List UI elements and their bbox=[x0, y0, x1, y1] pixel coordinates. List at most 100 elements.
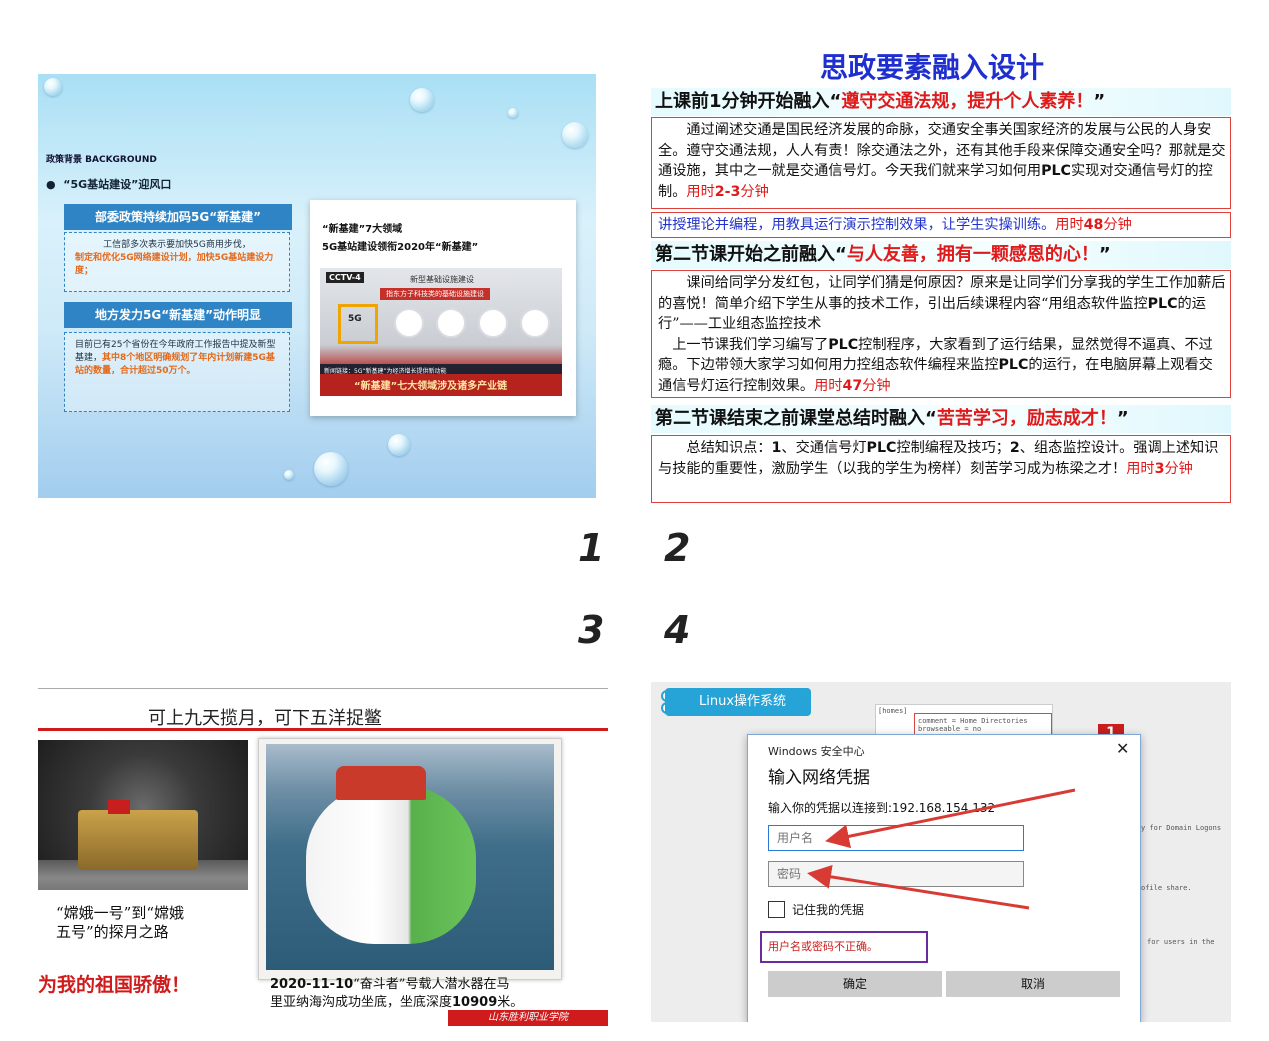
section-bar-3: 第二节课结束之前课堂总结时融入“苦苦学习，励志成才！” bbox=[651, 405, 1231, 433]
lunar-caption: “嫦娥一号”到“嫦娥 五号”的探月之路 bbox=[56, 904, 184, 942]
windows-credential-screenshot: Linux操作系统 [homes] comment = Home Directo… bbox=[651, 682, 1231, 1022]
bar-highlight: 苦苦学习，励志成才！ bbox=[936, 408, 1117, 429]
teaching-text: 讲授理论并编程，用教具运行演示控制效果，让学生实操训练。 bbox=[658, 217, 1056, 233]
tv-selected-icon-frame bbox=[338, 304, 378, 344]
tv-subheading: 指东方子科技类的基础设施建设 bbox=[380, 288, 490, 300]
caption-text: “奋斗者”号载人潜水器在马 bbox=[353, 977, 510, 992]
bar-suffix: ” bbox=[1093, 91, 1106, 112]
panel-number-3: 3 bbox=[578, 608, 605, 652]
tv-screenshot: CCTV-4 新型基础设施建设 指东方子科技类的基础设施建设 5G 新闻链接：5… bbox=[320, 268, 562, 396]
arrow-to-password bbox=[807, 864, 1030, 910]
bar-suffix: ” bbox=[1098, 244, 1111, 265]
flag-icon bbox=[108, 800, 130, 814]
caption-text: 米。 bbox=[497, 995, 524, 1010]
bar-highlight: 与人友善，拥有一颗感恩的心！ bbox=[846, 244, 1099, 265]
caption-line: “嫦娥一号”到“嫦娥 bbox=[56, 904, 185, 922]
panel-number-4: 4 bbox=[664, 608, 691, 652]
time-value: 3 bbox=[1154, 460, 1165, 477]
bar-prefix: 上课前1分钟开始融入“ bbox=[655, 91, 842, 112]
water-drop bbox=[44, 78, 62, 96]
water-drop bbox=[410, 88, 434, 112]
section-label: 政策背景 BACKGROUND bbox=[46, 155, 157, 165]
time-label: 用时 bbox=[814, 377, 843, 394]
section-bar-1: 上课前1分钟开始融入“遵守交通法规，提升个人素养！” bbox=[651, 88, 1231, 116]
submersible-body bbox=[306, 784, 476, 944]
bar-highlight: 遵守交通法规，提升个人素养！ bbox=[841, 91, 1094, 112]
para-bold: 1 bbox=[771, 440, 782, 456]
tv-caption: “新基建”七大领域涉及诸多产业链 bbox=[354, 381, 508, 392]
bar-suffix: ” bbox=[1116, 408, 1129, 429]
annotation-arrows bbox=[807, 788, 1076, 910]
para-text: 控制编程及技巧； bbox=[896, 440, 1010, 456]
news-card: “新基建”7大领域 5G基站建设领衔2020年“新基建” CCTV-4 新型基础… bbox=[310, 200, 576, 416]
para-bold: PLC bbox=[828, 336, 859, 353]
bar-prefix: 第二节课开始之前融入“ bbox=[655, 244, 847, 265]
para-text: 总结知识点： bbox=[686, 440, 772, 456]
water-drop bbox=[562, 122, 588, 148]
time-label: 用时 bbox=[1055, 217, 1084, 233]
panel-number-2: 2 bbox=[664, 526, 691, 570]
tv-icon bbox=[478, 308, 508, 338]
water-drop bbox=[284, 470, 294, 480]
card-line2: 5G基站建设领衔2020年“新基建” bbox=[322, 242, 479, 253]
section-bar-2: 第二节课开始之前融入“与人友善，拥有一颗感恩的心！” bbox=[651, 241, 1231, 269]
card-line1: “新基建”7大领域 bbox=[322, 224, 403, 235]
time-value: 48 bbox=[1083, 217, 1104, 233]
local-box: 目前已有25个省份在今年政府工作报告中提及新型基建，其中8个地区明确规划了年内计… bbox=[64, 332, 290, 412]
tv-icon bbox=[436, 308, 466, 338]
caption-line: 五号”的探月之路 bbox=[56, 923, 169, 941]
submersible-photo bbox=[266, 744, 554, 970]
time-value: 2-3 bbox=[714, 183, 741, 200]
para-bold: PLC bbox=[998, 357, 1029, 374]
policy-box-heading: 部委政策持续加码5G“新基建” bbox=[64, 204, 292, 230]
slide-5g-background: 政策背景 BACKGROUND ● “5G基站建设”迎风口 部委政策持续加码5G… bbox=[38, 74, 596, 498]
water-drop bbox=[388, 434, 410, 456]
lander-body bbox=[78, 810, 198, 870]
para-line: 上一节课我们学习编写了PLC控制程序，大家看到了运行结果，显然觉得不逼真、不过瘾… bbox=[658, 335, 1226, 397]
panel-number-1: 1 bbox=[578, 526, 605, 570]
time-label: 用时 bbox=[1126, 460, 1155, 477]
caption-line: 2020-11-10“奋斗者”号载人潜水器在马 bbox=[270, 976, 523, 994]
slide-title: 可上九天揽月，可下五洋捉鳖 bbox=[148, 708, 382, 729]
policy-text: 工信部多次表示要加快5G商用步伐， bbox=[103, 240, 251, 250]
time-unit: 分钟 bbox=[1103, 217, 1132, 233]
bullet-heading: ● “5G基站建设”迎风口 bbox=[46, 178, 172, 191]
water-drop bbox=[314, 452, 348, 486]
bullet-text: “5G基站建设”迎风口 bbox=[63, 178, 172, 191]
time-unit: 分钟 bbox=[862, 377, 891, 394]
para-line: 课间给同学分发红包，让同学们猜是何原因？原来是让同学们分享我的学生工作加薪后的喜… bbox=[658, 273, 1226, 335]
para-text: 上一节课我们学习编写了 bbox=[672, 336, 829, 353]
policy-box: 工信部多次表示要加快5G商用步伐， 制定和优化5G网络建设计划，加快5G基站建设… bbox=[64, 232, 290, 292]
paragraph-3: 总结知识点：1、交通信号灯PLC控制编程及技巧；2、组态监控设计。强调上述知识与… bbox=[651, 435, 1231, 503]
para-bold: PLC bbox=[1041, 163, 1071, 180]
local-highlight: 其中8个地区明确规划了年内计划新建5G基站的数量，合计超过50万个。 bbox=[75, 353, 275, 376]
para-bold: 2 bbox=[1009, 440, 1020, 456]
school-banner: 山东胜利职业学院 bbox=[448, 1010, 608, 1026]
para-bold: PLC bbox=[1147, 295, 1178, 312]
page-title: 思政要素融入设计 bbox=[820, 51, 1045, 84]
divider bbox=[38, 688, 608, 689]
slogan: 为我的祖国骄傲！ bbox=[38, 974, 191, 996]
bar-prefix: 第二节课结束之前课堂总结时融入“ bbox=[655, 408, 937, 429]
teaching-line: 讲授理论并编程，用教具运行演示控制效果，让学生实操训练。用时48分钟 bbox=[651, 212, 1231, 238]
submersible-caption: 2020-11-10“奋斗者”号载人潜水器在马 里亚纳海沟成功坐底，坐底深度10… bbox=[270, 976, 523, 1012]
caption-date: 2020-11-10 bbox=[270, 977, 354, 992]
caption-depth: 10909 bbox=[452, 995, 498, 1010]
time-label: 用时 bbox=[686, 183, 715, 200]
arrow-to-username bbox=[825, 788, 1076, 849]
para-bold: PLC bbox=[866, 440, 897, 456]
tv-5g-label: 5G bbox=[348, 314, 362, 324]
tv-logo: CCTV-4 bbox=[326, 272, 364, 283]
policy-highlight: 制定和优化5G网络建设计划，加快5G基站建设力度； bbox=[75, 253, 274, 276]
para-text: 课间给同学分发红包，让同学们猜是何原因？原来是让同学们分享我的学生工作加薪后的喜… bbox=[658, 275, 1226, 312]
lunar-lander-photo bbox=[38, 740, 248, 890]
caption-text: 里亚纳海沟成功坐底，坐底深度 bbox=[270, 995, 453, 1010]
tv-icon bbox=[394, 308, 424, 338]
tv-heading: 新型基础设施建设 bbox=[410, 275, 474, 284]
time-unit: 分钟 bbox=[1164, 460, 1193, 477]
tv-icon bbox=[520, 308, 550, 338]
para-text: 、交通信号灯 bbox=[781, 440, 867, 456]
time-unit: 分钟 bbox=[740, 183, 769, 200]
divider bbox=[38, 728, 608, 731]
paragraph-1: 通过阐述交通是国民经济发展的命脉，交通安全事关国家经济的发展与公民的人身安全。遵… bbox=[651, 117, 1231, 209]
